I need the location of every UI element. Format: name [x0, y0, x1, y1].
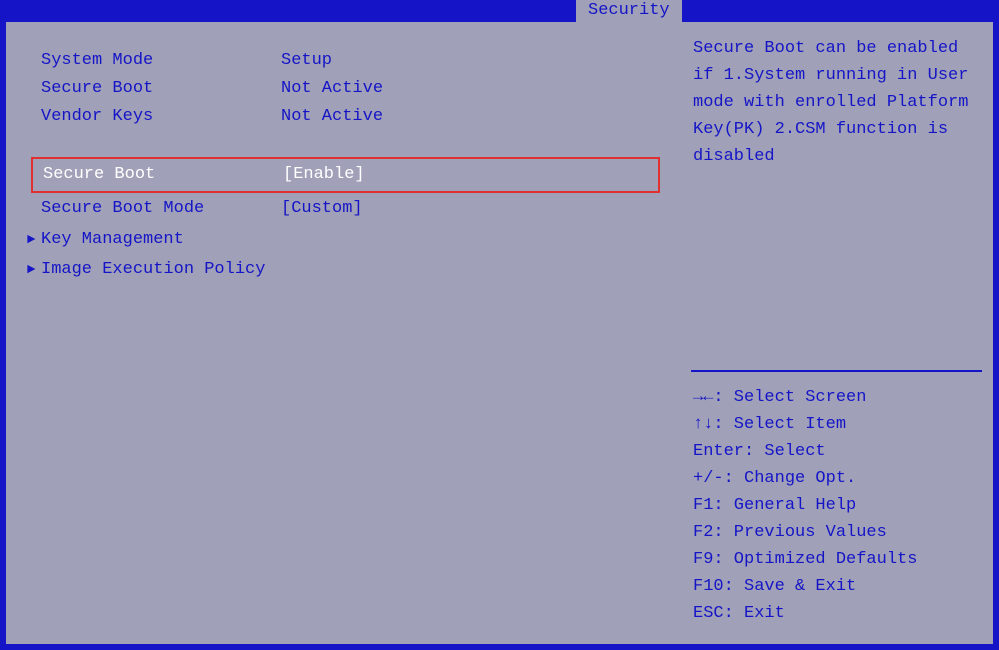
settings-panel: System Mode Setup Secure Boot Not Active… — [9, 25, 679, 641]
triangle-right-icon: ► — [27, 225, 41, 255]
secure-boot-status-value: Not Active — [281, 75, 664, 103]
spacer — [27, 131, 664, 157]
main-frame: System Mode Setup Secure Boot Not Active… — [6, 22, 993, 644]
keymap-general-help: F1: General Help — [693, 492, 980, 519]
tab-security[interactable]: Security — [576, 0, 682, 22]
help-text: Secure Boot can be enabled if 1.System r… — [693, 35, 980, 170]
keymap-select-screen: →←: Select Screen — [693, 384, 980, 411]
secure-boot-setting-label: Secure Boot — [43, 159, 283, 191]
keymap-change-opt: +/-: Change Opt. — [693, 465, 980, 492]
image-execution-policy-label: Image Execution Policy — [41, 255, 265, 285]
keymap-save-exit: F10: Save & Exit — [693, 573, 980, 600]
triangle-right-icon: ► — [27, 255, 41, 285]
info-system-mode: System Mode Setup — [27, 47, 664, 75]
secure-boot-mode-value: [Custom] — [281, 193, 664, 225]
keymap: →←: Select Screen ↑↓: Select Item Enter:… — [693, 384, 980, 627]
tab-bar: Security — [6, 0, 993, 22]
keymap-previous-values: F2: Previous Values — [693, 519, 980, 546]
key-management-label: Key Management — [41, 225, 184, 255]
vendor-keys-value: Not Active — [281, 103, 664, 131]
bios-screen: Security System Mode Setup Secure Boot N… — [0, 0, 999, 650]
keymap-select-item: ↑↓: Select Item — [693, 411, 980, 438]
system-mode-value: Setup — [281, 47, 664, 75]
info-secure-boot: Secure Boot Not Active — [27, 75, 664, 103]
divider — [691, 370, 982, 372]
setting-secure-boot-mode[interactable]: Secure Boot Mode [Custom] — [27, 193, 664, 225]
system-mode-label: System Mode — [41, 47, 281, 75]
secure-boot-mode-label: Secure Boot Mode — [41, 193, 281, 225]
submenu-image-execution-policy[interactable]: ► Image Execution Policy — [27, 255, 664, 285]
keymap-enter: Enter: Select — [693, 438, 980, 465]
keymap-esc: ESC: Exit — [693, 600, 980, 627]
help-panel: Secure Boot can be enabled if 1.System r… — [676, 25, 990, 641]
info-vendor-keys: Vendor Keys Not Active — [27, 103, 664, 131]
secure-boot-setting-value: [Enable] — [283, 159, 658, 191]
keymap-optimized-defaults: F9: Optimized Defaults — [693, 546, 980, 573]
vendor-keys-label: Vendor Keys — [41, 103, 281, 131]
keymap-section: →←: Select Screen ↑↓: Select Item Enter:… — [693, 352, 980, 631]
setting-secure-boot[interactable]: Secure Boot [Enable] — [31, 157, 660, 193]
submenu-key-management[interactable]: ► Key Management — [27, 225, 664, 255]
secure-boot-status-label: Secure Boot — [41, 75, 281, 103]
